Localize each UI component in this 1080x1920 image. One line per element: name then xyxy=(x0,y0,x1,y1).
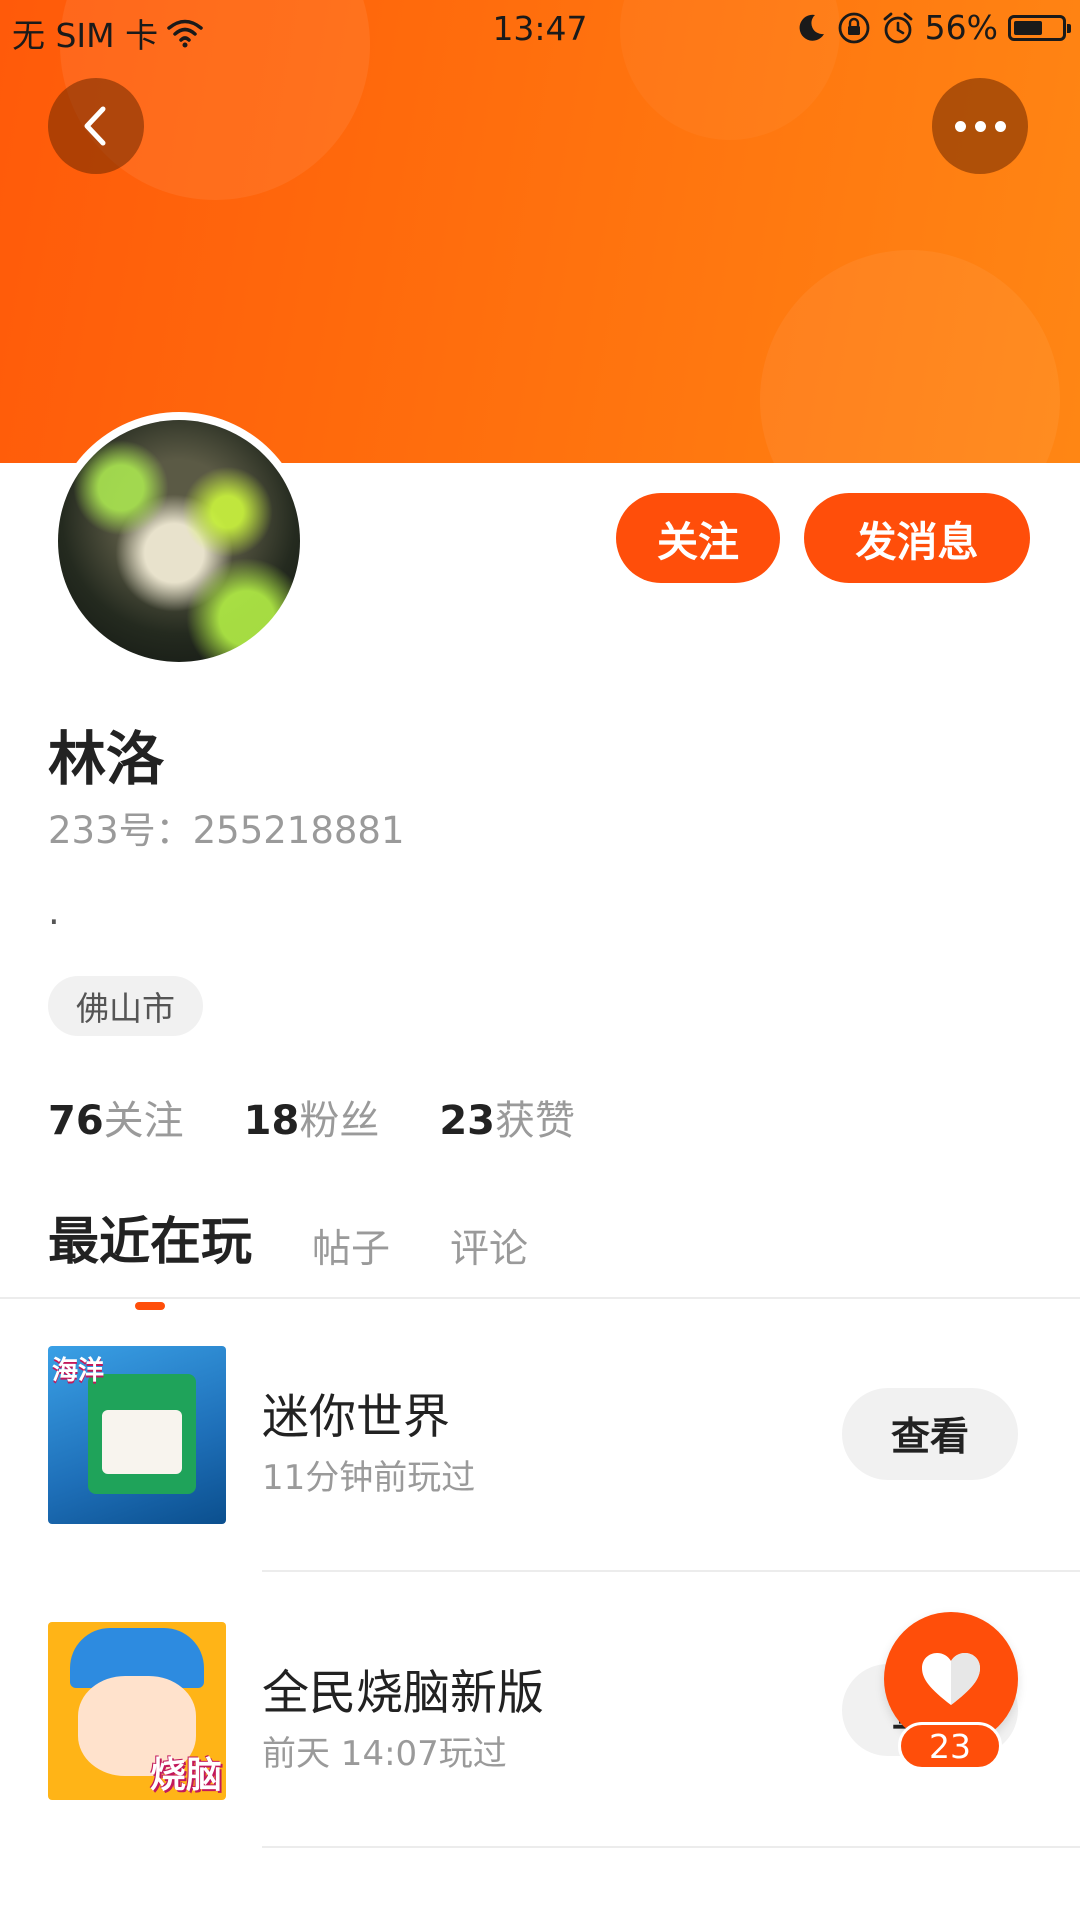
stat-label: 关注 xyxy=(103,1098,184,1144)
user-bio: . xyxy=(48,890,60,933)
game-last-played: 11分钟前玩过 xyxy=(262,1458,476,1498)
rotation-lock-icon xyxy=(838,12,870,43)
brain-game-icon[interactable]: 烧脑 xyxy=(48,1622,226,1800)
tab-comments[interactable]: 评论 xyxy=(450,1218,528,1274)
user-name: 林洛 xyxy=(48,725,165,793)
battery-icon xyxy=(1008,14,1071,41)
stat-value: 18 xyxy=(243,1098,300,1144)
list-divider xyxy=(262,1846,1080,1848)
profile-banner xyxy=(0,0,1080,463)
icon-badge: 海洋 xyxy=(52,1356,105,1386)
moon-icon xyxy=(799,14,824,41)
mini-world-icon[interactable]: 海洋 xyxy=(48,1346,226,1524)
follow-button[interactable]: 关注 xyxy=(616,493,780,583)
view-button[interactable]: 查看 xyxy=(842,1388,1018,1480)
like-count-badge: 23 xyxy=(898,1722,1002,1770)
tab-divider xyxy=(0,1297,1080,1299)
user-id: 233号：255218881 xyxy=(48,809,405,852)
banner-decoration xyxy=(760,250,1060,463)
profile-stats: 76关注 18粉丝 23获赞 xyxy=(48,1088,575,1146)
stat-likes[interactable]: 23获赞 xyxy=(439,1088,575,1146)
tab-recent-games[interactable]: 最近在玩 xyxy=(48,1200,252,1310)
status-icons: 56% xyxy=(795,8,1071,47)
chevron-left-icon xyxy=(84,106,106,146)
game-title: 迷你世界 xyxy=(262,1390,450,1445)
avatar-image xyxy=(58,420,300,662)
list-divider xyxy=(262,1570,1080,1572)
icon-badge: 烧脑 xyxy=(149,1755,222,1796)
stat-value: 23 xyxy=(439,1098,496,1144)
tab-posts[interactable]: 帖子 xyxy=(312,1218,390,1274)
location-label: 佛山市 xyxy=(76,989,175,1028)
battery-percent: 56% xyxy=(924,8,998,47)
alarm-icon xyxy=(883,12,913,43)
stat-label: 粉丝 xyxy=(299,1098,380,1144)
more-button[interactable] xyxy=(932,78,1028,174)
avatar[interactable] xyxy=(50,412,308,670)
send-message-button[interactable]: 发消息 xyxy=(804,493,1030,583)
status-bar: 无 SIM 卡 13:47 56% xyxy=(0,0,1080,56)
location-tag: 佛山市 xyxy=(48,976,203,1036)
more-dots-icon xyxy=(954,120,1006,132)
stat-value: 76 xyxy=(48,1098,104,1144)
back-button[interactable] xyxy=(48,78,144,174)
game-title: 全民烧脑新版 xyxy=(262,1666,544,1721)
profile-tabs: 最近在玩 帖子 评论 xyxy=(48,1200,588,1310)
list-item[interactable]: 海洋 迷你世界 11分钟前玩过 查看 xyxy=(0,1346,1080,1526)
stat-label: 获赞 xyxy=(495,1098,576,1144)
stat-following[interactable]: 76关注 xyxy=(48,1088,184,1146)
game-last-played: 前天 14:07玩过 xyxy=(262,1734,507,1774)
heart-icon xyxy=(922,1653,980,1705)
stat-followers[interactable]: 18粉丝 xyxy=(244,1088,380,1146)
